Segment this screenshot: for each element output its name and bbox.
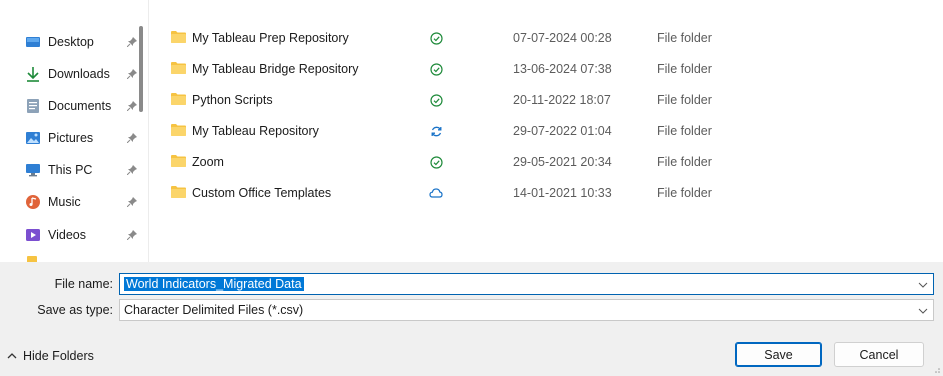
folder-icon	[171, 155, 186, 167]
pin-icon[interactable]	[126, 100, 138, 112]
file-name: Zoom	[192, 155, 224, 169]
folder-icon	[171, 186, 186, 198]
file-type: File folder	[657, 62, 712, 76]
cloud-icon	[429, 186, 443, 200]
nav-scrollbar[interactable]	[139, 26, 143, 112]
sidebar-item-label: Music	[48, 195, 81, 209]
pin-icon[interactable]	[126, 132, 138, 144]
pin-icon[interactable]	[126, 229, 138, 241]
file-name: My Tableau Repository	[192, 124, 319, 138]
file-type: File folder	[657, 124, 712, 138]
sidebar-item-label: Downloads	[48, 67, 110, 81]
save-as-dialog: Desktop Downloads Documents Pictures Thi…	[0, 0, 943, 376]
sidebar-item-label: Documents	[48, 99, 112, 113]
sidebar-item-label: Desktop	[48, 35, 94, 49]
savetype-value: Character Delimited Files (*.csv)	[124, 303, 304, 317]
file-type: File folder	[657, 93, 712, 107]
file-name: My Tableau Bridge Repository	[192, 62, 359, 76]
file-list: My Tableau Prep Repository 07-07-2024 00…	[149, 0, 943, 262]
file-name: My Tableau Prep Repository	[192, 31, 349, 45]
filename-value: World Indicators_Migrated Data	[124, 277, 304, 291]
list-item[interactable]: My Tableau Repository 29-07-2022 01:04 F…	[149, 119, 929, 143]
folder-icon	[171, 31, 186, 43]
file-date: 07-07-2024 00:28	[513, 31, 612, 45]
sidebar-item-downloads[interactable]: Downloads	[24, 63, 138, 85]
savetype-row: Save as type: Character Delimited Files …	[0, 299, 943, 321]
list-item[interactable]: Python Scripts 20-11-2022 18:07 File fol…	[149, 88, 929, 112]
pin-icon[interactable]	[126, 164, 138, 176]
list-item[interactable]: My Tableau Bridge Repository 13-06-2024 …	[149, 57, 929, 81]
file-type: File folder	[657, 31, 712, 45]
folder-icon	[171, 93, 186, 105]
filename-field[interactable]: World Indicators_Migrated Data	[119, 273, 934, 295]
pin-icon[interactable]	[126, 36, 138, 48]
file-name: Python Scripts	[192, 93, 273, 107]
desktop-icon	[24, 34, 42, 50]
sidebar-item-this-pc[interactable]: This PC	[24, 159, 138, 181]
dialog-footer: Hide Folders Save Cancel	[0, 330, 943, 376]
documents-icon	[24, 98, 42, 114]
list-item[interactable]: Zoom 29-05-2021 20:34 File folder	[149, 150, 929, 174]
navigation-pane: Desktop Downloads Documents Pictures Thi…	[0, 0, 148, 262]
pin-icon[interactable]	[126, 196, 138, 208]
filename-label: File name:	[54, 277, 113, 291]
downloads-icon	[24, 66, 42, 82]
folder-icon	[171, 124, 186, 136]
videos-icon	[24, 227, 42, 243]
file-name: Custom Office Templates	[192, 186, 332, 200]
file-type: File folder	[657, 155, 712, 169]
pin-icon[interactable]	[126, 68, 138, 80]
resize-grip-icon[interactable]	[931, 364, 941, 374]
save-form: File name: World Indicators_Migrated Dat…	[0, 262, 943, 330]
hide-folders-button[interactable]: Hide Folders	[6, 349, 94, 363]
synced-icon	[429, 62, 443, 76]
chevron-down-icon[interactable]	[917, 305, 929, 317]
syncing-icon	[429, 124, 443, 138]
savetype-select[interactable]: Character Delimited Files (*.csv)	[119, 299, 934, 321]
sidebar-item-pictures[interactable]: Pictures	[24, 127, 138, 149]
chevron-up-icon	[6, 350, 18, 362]
synced-icon	[429, 155, 443, 169]
file-date: 20-11-2022 18:07	[513, 93, 611, 107]
synced-icon	[429, 31, 443, 45]
this-pc-icon	[24, 162, 42, 178]
pictures-icon	[24, 130, 42, 146]
save-button[interactable]: Save	[735, 342, 822, 367]
file-date: 13-06-2024 07:38	[513, 62, 612, 76]
filename-row: File name: World Indicators_Migrated Dat…	[0, 273, 943, 295]
chevron-down-icon[interactable]	[917, 279, 929, 291]
sidebar-item-label: Pictures	[48, 131, 94, 145]
sidebar-item-documents[interactable]: Documents	[24, 95, 138, 117]
hide-folders-label: Hide Folders	[23, 349, 94, 363]
sidebar-item-label: This PC	[48, 163, 93, 177]
sidebar-item-videos[interactable]: Videos	[24, 224, 138, 246]
synced-icon	[429, 93, 443, 107]
list-item[interactable]: Custom Office Templates 14-01-2021 10:33…	[149, 181, 929, 205]
cancel-button[interactable]: Cancel	[834, 342, 924, 367]
folder-icon	[171, 62, 186, 74]
savetype-label: Save as type:	[37, 303, 113, 317]
file-type: File folder	[657, 186, 712, 200]
file-date: 14-01-2021 10:33	[513, 186, 612, 200]
music-icon	[24, 194, 42, 210]
sidebar-item-music[interactable]: Music	[24, 191, 138, 213]
file-date: 29-07-2022 01:04	[513, 124, 612, 138]
sidebar-item-label: Videos	[48, 228, 86, 242]
file-date: 29-05-2021 20:34	[513, 155, 612, 169]
sidebar-item-desktop[interactable]: Desktop	[24, 31, 138, 53]
list-item[interactable]: My Tableau Prep Repository 07-07-2024 00…	[149, 26, 929, 50]
